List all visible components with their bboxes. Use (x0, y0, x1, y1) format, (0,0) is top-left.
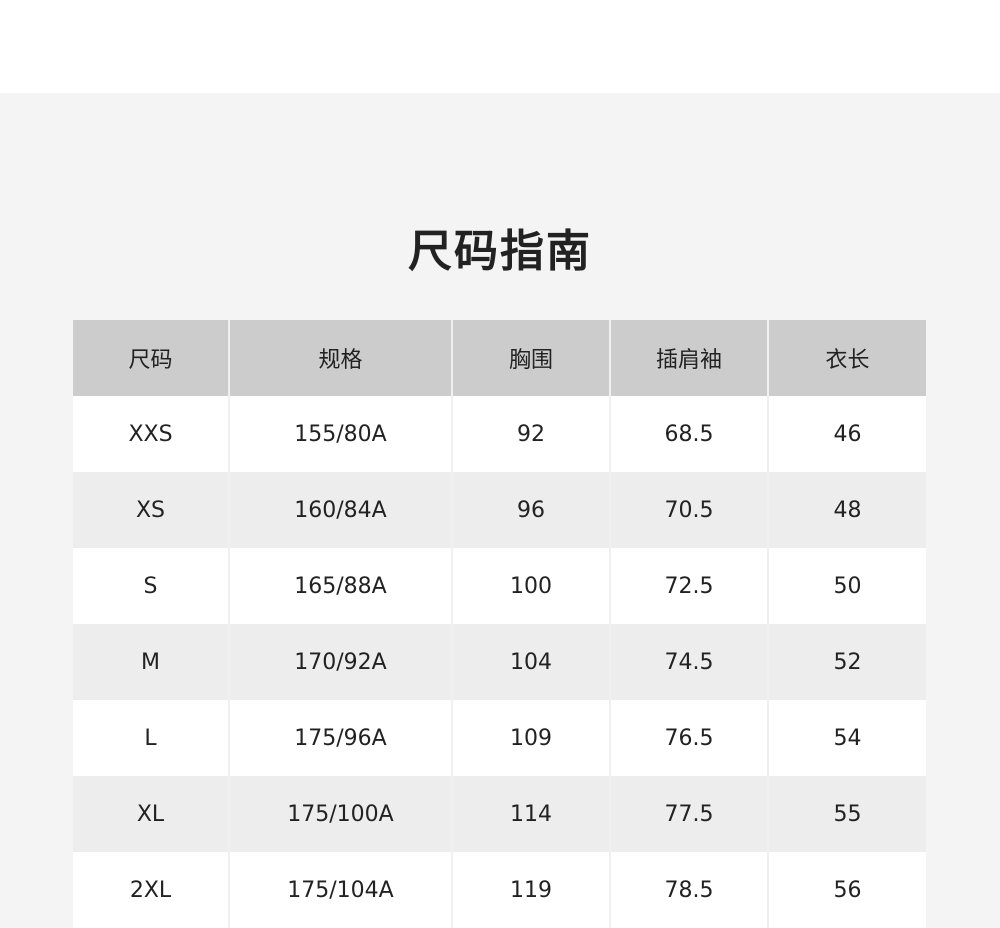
cell-size: XL (73, 776, 230, 852)
cell-raglan-sleeve: 70.5 (609, 472, 769, 548)
cell-chest: 109 (451, 700, 611, 776)
cell-chest: 92 (451, 396, 611, 472)
cell-raglan-sleeve: 77.5 (609, 776, 769, 852)
cell-size: L (73, 700, 230, 776)
cell-chest: 96 (451, 472, 611, 548)
table-row: XS 160/84A 96 70.5 48 (73, 472, 926, 548)
cell-length: 48 (767, 472, 926, 548)
cell-raglan-sleeve: 68.5 (609, 396, 769, 472)
cell-length: 52 (767, 624, 926, 700)
cell-raglan-sleeve: 76.5 (609, 700, 769, 776)
cell-size: S (73, 548, 230, 624)
cell-spec: 165/88A (228, 548, 453, 624)
top-band (0, 0, 1000, 93)
table-row: M 170/92A 104 74.5 52 (73, 624, 926, 700)
cell-raglan-sleeve: 74.5 (609, 624, 769, 700)
header-size: 尺码 (73, 320, 230, 396)
table-header-row: 尺码 规格 胸围 插肩袖 衣长 (73, 320, 926, 396)
table-row: S 165/88A 100 72.5 50 (73, 548, 926, 624)
cell-spec: 155/80A (228, 396, 453, 472)
cell-chest: 119 (451, 852, 611, 928)
table-row: 2XL 175/104A 119 78.5 56 (73, 852, 926, 928)
table-row: L 175/96A 109 76.5 54 (73, 700, 926, 776)
cell-length: 54 (767, 700, 926, 776)
cell-size: XXS (73, 396, 230, 472)
header-chest: 胸围 (451, 320, 611, 396)
size-table: 尺码 规格 胸围 插肩袖 衣长 XXS 155/80A 92 68.5 46 X… (73, 320, 926, 928)
cell-length: 55 (767, 776, 926, 852)
cell-raglan-sleeve: 72.5 (609, 548, 769, 624)
header-raglan-sleeve: 插肩袖 (609, 320, 769, 396)
cell-size: 2XL (73, 852, 230, 928)
size-guide-section: 尺码指南 尺码 规格 胸围 插肩袖 衣长 XXS 155/80A 92 68.5 (0, 93, 1000, 928)
cell-length: 50 (767, 548, 926, 624)
cell-raglan-sleeve: 78.5 (609, 852, 769, 928)
cell-spec: 175/104A (228, 852, 453, 928)
cell-spec: 175/100A (228, 776, 453, 852)
cell-size: M (73, 624, 230, 700)
cell-chest: 114 (451, 776, 611, 852)
cell-spec: 160/84A (228, 472, 453, 548)
cell-length: 46 (767, 396, 926, 472)
cell-chest: 104 (451, 624, 611, 700)
cell-size: XS (73, 472, 230, 548)
table-row: XL 175/100A 114 77.5 55 (73, 776, 926, 852)
cell-length: 56 (767, 852, 926, 928)
header-spec: 规格 (228, 320, 453, 396)
cell-chest: 100 (451, 548, 611, 624)
cell-spec: 170/92A (228, 624, 453, 700)
header-length: 衣长 (767, 320, 926, 396)
cell-spec: 175/96A (228, 700, 453, 776)
table-row: XXS 155/80A 92 68.5 46 (73, 396, 926, 472)
page-title: 尺码指南 (408, 226, 592, 278)
